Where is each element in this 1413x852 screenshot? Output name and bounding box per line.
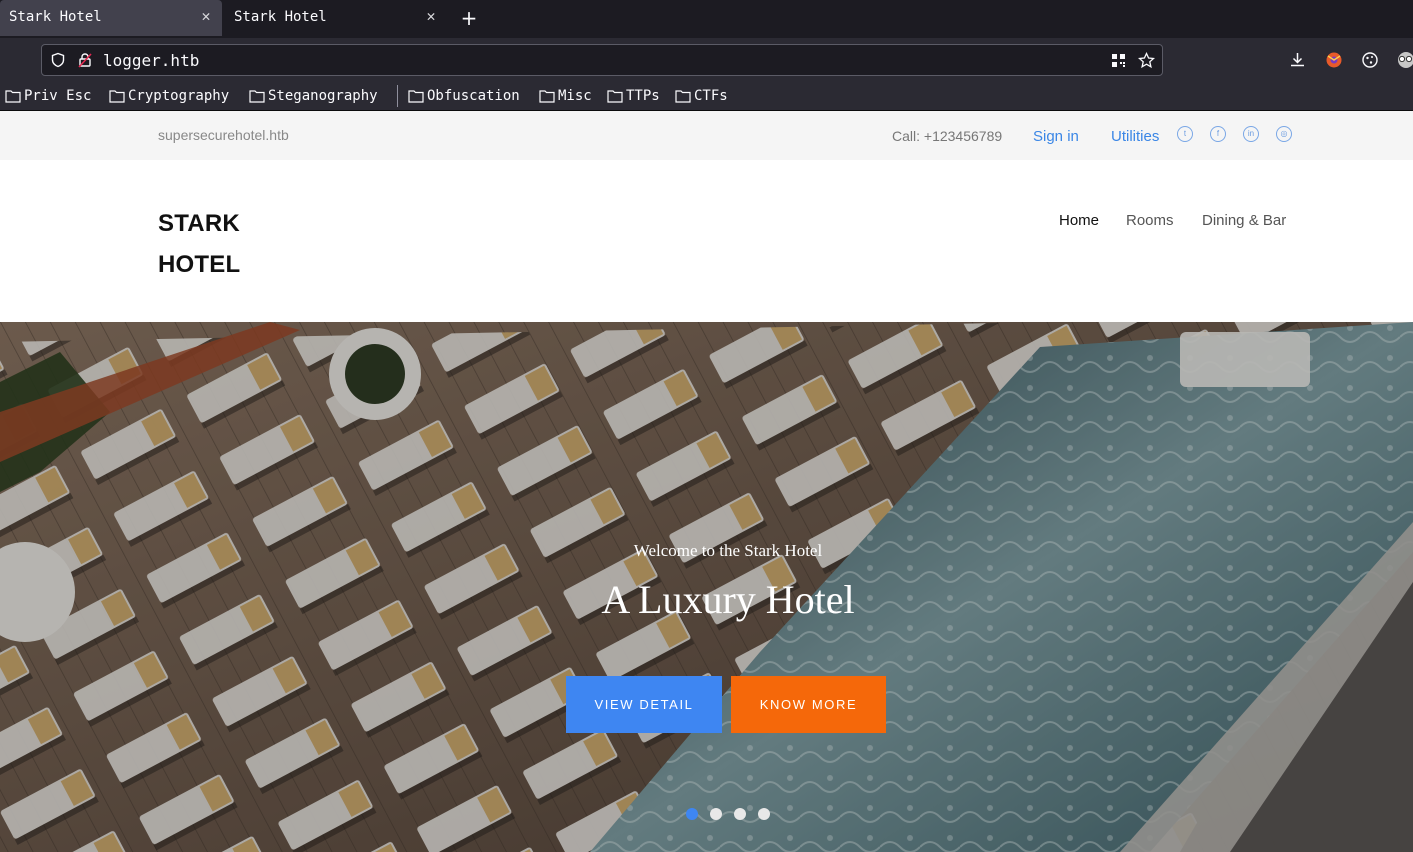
bookmark-folder-priv-esc[interactable]: Priv Esc	[5, 87, 91, 105]
bookmark-folder-cryptography[interactable]: Cryptography	[109, 87, 229, 105]
bookmark-label: CTFs	[694, 88, 728, 104]
download-icon[interactable]	[1289, 51, 1306, 68]
bookmark-folder-steganography[interactable]: Steganography	[249, 87, 378, 105]
site-logo[interactable]: STARK HOTEL	[158, 203, 278, 285]
insecure-lock-icon[interactable]	[77, 52, 93, 68]
browser-tab-bar: Stark Hotel ✕ Stark Hotel ✕ +	[0, 0, 1413, 38]
browser-tab-1[interactable]: Stark Hotel ✕	[0, 0, 222, 36]
facebook-icon[interactable]: f	[1210, 126, 1226, 142]
url-text[interactable]: logger.htb	[103, 51, 199, 70]
bookmark-label: Steganography	[268, 88, 378, 104]
bookmark-label: TTPs	[626, 88, 660, 104]
utilities-link[interactable]: Utilities	[1111, 128, 1159, 145]
url-bar[interactable]: logger.htb	[41, 44, 1163, 76]
folder-icon	[675, 90, 691, 103]
hero-subtitle: Welcome to the Stark Hotel	[633, 541, 823, 560]
folder-icon	[249, 90, 265, 103]
bookmark-label: Cryptography	[128, 88, 230, 104]
hero-slider: Welcome to the Stark Hotel A Luxury Hote…	[0, 322, 1413, 852]
folder-icon	[539, 90, 555, 103]
extension-fox-icon[interactable]	[1325, 51, 1343, 69]
bookmark-folder-misc[interactable]: Misc	[539, 87, 592, 105]
site-domain: supersecurehotel.htb	[158, 127, 289, 143]
dribbble-icon[interactable]: ◎	[1276, 126, 1292, 142]
nav-rooms[interactable]: Rooms	[1126, 212, 1174, 229]
slider-dot-1[interactable]	[686, 808, 698, 820]
folder-icon	[109, 90, 125, 103]
nav-home[interactable]: Home	[1059, 212, 1099, 229]
bookmark-separator	[397, 85, 398, 107]
nav-dining-bar[interactable]: Dining & Bar	[1202, 212, 1286, 229]
folder-icon	[408, 90, 424, 103]
site-header: STARK HOTEL Home Rooms Dining & Bar	[0, 160, 1413, 322]
linkedin-icon[interactable]: in	[1243, 126, 1259, 142]
folder-icon	[607, 90, 623, 103]
hero-title: A Luxury Hotel	[601, 577, 855, 622]
folder-icon	[5, 90, 21, 103]
tab-title: Stark Hotel	[9, 9, 102, 25]
twitter-icon[interactable]: t	[1177, 126, 1193, 142]
site-top-bar: supersecurehotel.htb Call: +123456789 Si…	[0, 111, 1413, 160]
phone-number: Call: +123456789	[892, 128, 1003, 144]
bookmark-folder-ctfs[interactable]: CTFs	[675, 87, 728, 105]
cookie-extension-icon[interactable]	[1361, 51, 1379, 69]
slider-dot-4[interactable]	[758, 808, 770, 820]
new-tab-plus-icon[interactable]: +	[459, 7, 479, 29]
shield-icon[interactable]	[50, 52, 66, 68]
owl-extension-icon[interactable]	[1397, 51, 1413, 69]
logo-line: HOTEL	[158, 251, 241, 278]
browser-tab-2[interactable]: Stark Hotel ✕	[225, 0, 447, 36]
qr-code-icon[interactable]	[1111, 53, 1126, 68]
view-detail-button[interactable]: View Detail	[566, 676, 722, 733]
close-icon[interactable]: ✕	[423, 8, 439, 24]
browser-nav-bar: logger.htb	[0, 38, 1413, 82]
slider-dot-3[interactable]	[734, 808, 746, 820]
bookmark-folder-obfuscation[interactable]: Obfuscation	[408, 87, 520, 105]
bookmarks-toolbar: Priv Esc Cryptography Steganography Obfu…	[0, 82, 1413, 111]
bookmark-star-icon[interactable]	[1138, 52, 1155, 69]
tab-title: Stark Hotel	[234, 9, 327, 25]
sign-in-link[interactable]: Sign in	[1033, 128, 1079, 145]
bookmark-folder-ttps[interactable]: TTPs	[607, 87, 660, 105]
bookmark-label: Obfuscation	[427, 88, 520, 104]
close-icon[interactable]: ✕	[198, 8, 214, 24]
logo-line: STARK	[158, 210, 240, 237]
slider-dot-2[interactable]	[710, 808, 722, 820]
bookmark-label: Priv Esc	[24, 88, 92, 104]
bookmark-label: Misc	[558, 88, 592, 104]
know-more-button[interactable]: Know More	[731, 676, 886, 733]
